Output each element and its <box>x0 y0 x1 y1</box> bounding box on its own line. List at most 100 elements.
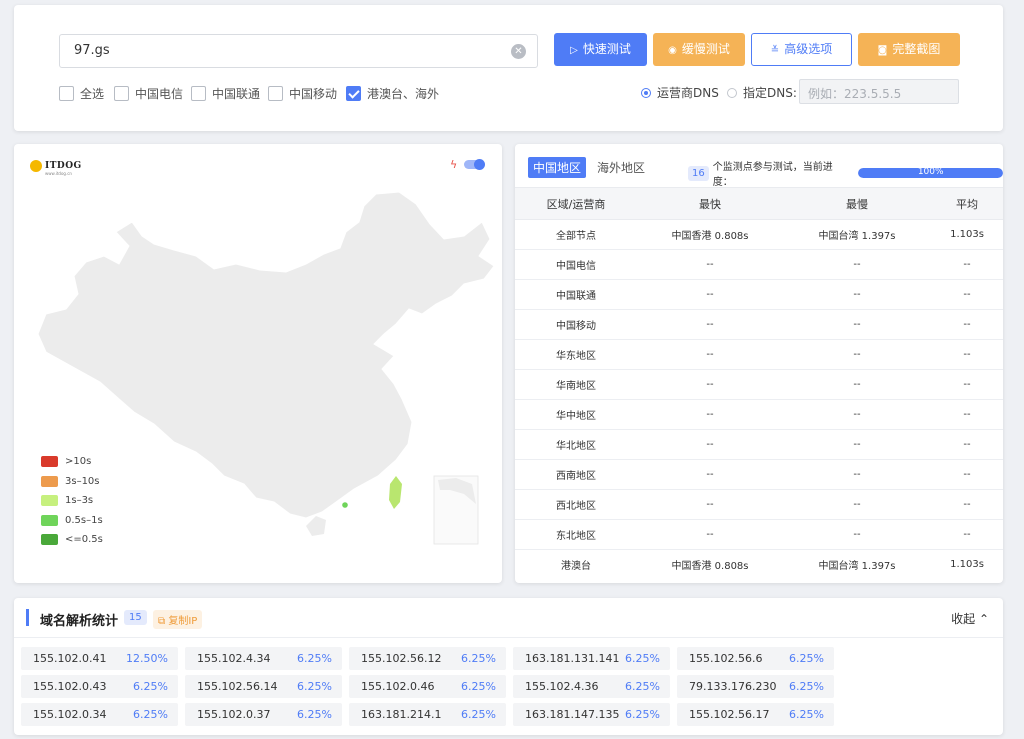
node-count-badge: 16 <box>688 165 709 181</box>
checkbox-box[interactable] <box>114 85 129 101</box>
ip-address: 79.133.176.230 <box>689 680 777 693</box>
ip-item[interactable]: 155.102.0.43 6.25% <box>21 675 178 698</box>
advanced-options-button[interactable]: ≚ 高级选项 <box>751 33 852 66</box>
cell-region: 华东地区 <box>515 339 637 370</box>
slow-test-button[interactable]: ◉ 缓慢测试 <box>653 33 745 66</box>
legend-swatch-3s-10s <box>41 475 58 487</box>
copy-icon: ⧉ <box>158 616 169 627</box>
copy-ip-button[interactable]: ⧉ 复制IP <box>153 610 203 629</box>
cell-average: -- <box>931 489 1003 520</box>
progress-label: 100% <box>917 168 944 177</box>
camera-icon: ◙ <box>877 45 888 56</box>
table-row: 中国联通 -- -- -- <box>515 279 1003 310</box>
cell-region: 华中地区 <box>515 399 637 430</box>
collapse-button[interactable]: 收起 ⌃ <box>951 610 989 627</box>
radio-dot-selected[interactable] <box>641 87 651 98</box>
ip-item[interactable]: 155.102.4.34 6.25% <box>185 647 342 670</box>
ip-item[interactable]: 155.102.4.36 6.25% <box>513 675 670 698</box>
ip-item[interactable]: 155.102.56.14 6.25% <box>185 675 342 698</box>
cell-fastest: -- <box>637 489 783 520</box>
legend-item: <=0.5s <box>41 530 103 550</box>
ip-address: 155.102.0.34 <box>33 708 107 721</box>
cell-slowest: -- <box>783 339 931 370</box>
checkbox-select-all[interactable]: 全选 <box>59 85 104 101</box>
ip-item[interactable]: 155.102.0.46 6.25% <box>349 675 506 698</box>
ip-percentage: 6.25% <box>625 708 660 721</box>
cell-slowest: -- <box>783 309 931 340</box>
checkbox-telecom[interactable]: 中国电信 <box>114 85 183 101</box>
cell-average: -- <box>931 249 1003 280</box>
cell-average: 1.103s <box>931 219 1003 250</box>
region-stats-table: 区域/运营商 最快 最慢 平均 全部节点 中国香港 0.808s 中国台湾 1.39… <box>515 187 1003 580</box>
ip-percentage: 6.25% <box>133 708 168 721</box>
ip-item[interactable]: 163.181.214.1 6.25% <box>349 703 506 726</box>
test-progress: 16 个监测点参与测试，当前进度： 100% <box>688 158 1003 188</box>
table-row: 华中地区 -- -- -- <box>515 399 1003 430</box>
cell-slowest: -- <box>783 489 931 520</box>
custom-dns-input[interactable]: 例如：223.5.5.5 <box>799 79 959 104</box>
cell-average: -- <box>931 339 1003 370</box>
checkbox-box-checked[interactable] <box>346 85 361 101</box>
cell-average: -- <box>931 429 1003 460</box>
ip-item[interactable]: 155.102.56.6 6.25% <box>677 647 834 670</box>
tab-overseas-region[interactable]: 海外地区 <box>592 157 650 178</box>
table-row: 华南地区 -- -- -- <box>515 369 1003 400</box>
radio-isp-dns[interactable]: 运营商DNS <box>641 84 719 101</box>
table-row: 东北地区 -- -- -- <box>515 519 1003 550</box>
column-header-fastest: 最快 <box>637 187 783 220</box>
map-mode-toggle[interactable] <box>464 159 485 170</box>
cell-slowest: 中国台湾 1.397s <box>783 219 931 250</box>
checkbox-box[interactable] <box>268 85 283 101</box>
table-row: 港澳台 中国香港 0.808s 中国台湾 1.397s 1.103s <box>515 550 1003 580</box>
dns-panel-header: 域名解析统计 15 ⧉ 复制IP 收起 ⌃ <box>14 598 1003 638</box>
lightning-icon: ϟ <box>450 158 458 171</box>
fast-test-button[interactable]: ▷ 快速测试 <box>554 33 647 66</box>
ip-address: 155.102.56.14 <box>197 680 278 693</box>
ip-address: 163.181.131.141 <box>525 652 620 665</box>
table-row: 全部节点 中国香港 0.808s 中国台湾 1.397s 1.103s <box>515 219 1003 250</box>
ip-item[interactable]: 155.102.56.17 6.25% <box>677 703 834 726</box>
cell-region: 中国联通 <box>515 279 637 310</box>
ip-address: 155.102.56.6 <box>689 652 763 665</box>
radio-custom-dns[interactable]: 指定DNS: <box>727 84 797 101</box>
full-screenshot-button[interactable]: ◙ 完整截图 <box>858 33 960 66</box>
region-tabs: 中国地区 海外地区 <box>528 157 656 178</box>
ip-item[interactable]: 155.102.56.12 6.25% <box>349 647 506 670</box>
checkbox-mobile[interactable]: 中国移动 <box>268 85 337 101</box>
ip-item[interactable]: 155.102.0.41 12.50% <box>21 647 178 670</box>
column-header-region: 区域/运营商 <box>515 187 637 220</box>
ip-count-badge: 15 <box>124 610 147 625</box>
cell-region: 东北地区 <box>515 519 637 550</box>
checkbox-unicom[interactable]: 中国联通 <box>191 85 260 101</box>
ip-item[interactable]: 79.133.176.230 6.25% <box>677 675 834 698</box>
domain-input[interactable] <box>74 43 494 58</box>
table-row: 西南地区 -- -- -- <box>515 459 1003 490</box>
ip-percentage: 6.25% <box>625 680 660 693</box>
cell-average: -- <box>931 369 1003 400</box>
cell-slowest: -- <box>783 429 931 460</box>
tab-china-region[interactable]: 中国地区 <box>528 157 587 178</box>
cell-region: 西南地区 <box>515 459 637 490</box>
ip-item[interactable]: 163.181.131.141 6.25% <box>513 647 670 670</box>
radio-dot[interactable] <box>727 87 737 98</box>
ip-item[interactable]: 163.181.147.135 6.25% <box>513 703 670 726</box>
legend-swatch-1s-3s <box>41 495 58 507</box>
checkbox-box[interactable] <box>59 85 74 101</box>
cell-fastest: 中国香港 0.808s <box>671 561 749 573</box>
checkbox-box[interactable] <box>191 85 206 101</box>
legend-item: 3s–10s <box>41 472 103 492</box>
cell-average: 1.103s <box>950 559 984 571</box>
ip-percentage: 6.25% <box>461 652 496 665</box>
ip-address: 163.181.147.135 <box>525 708 620 721</box>
region-stats-panel: 中国地区 海外地区 16 个监测点参与测试，当前进度： 100% 区域/运营商 … <box>515 144 1003 583</box>
taiwan-region <box>389 476 402 509</box>
clear-input-icon[interactable]: ✕ <box>511 44 526 59</box>
title-accent-bar <box>26 609 29 626</box>
legend-item: >10s <box>41 452 103 472</box>
ip-address: 155.102.0.46 <box>361 680 435 693</box>
ip-item[interactable]: 155.102.0.37 6.25% <box>185 703 342 726</box>
table-row: 西北地区 -- -- -- <box>515 489 1003 520</box>
checkbox-hk-macau-tw-overseas[interactable]: 港澳台、海外 <box>346 85 439 101</box>
ip-item[interactable]: 155.102.0.34 6.25% <box>21 703 178 726</box>
cell-fastest: 中国香港 0.808s <box>637 219 783 250</box>
